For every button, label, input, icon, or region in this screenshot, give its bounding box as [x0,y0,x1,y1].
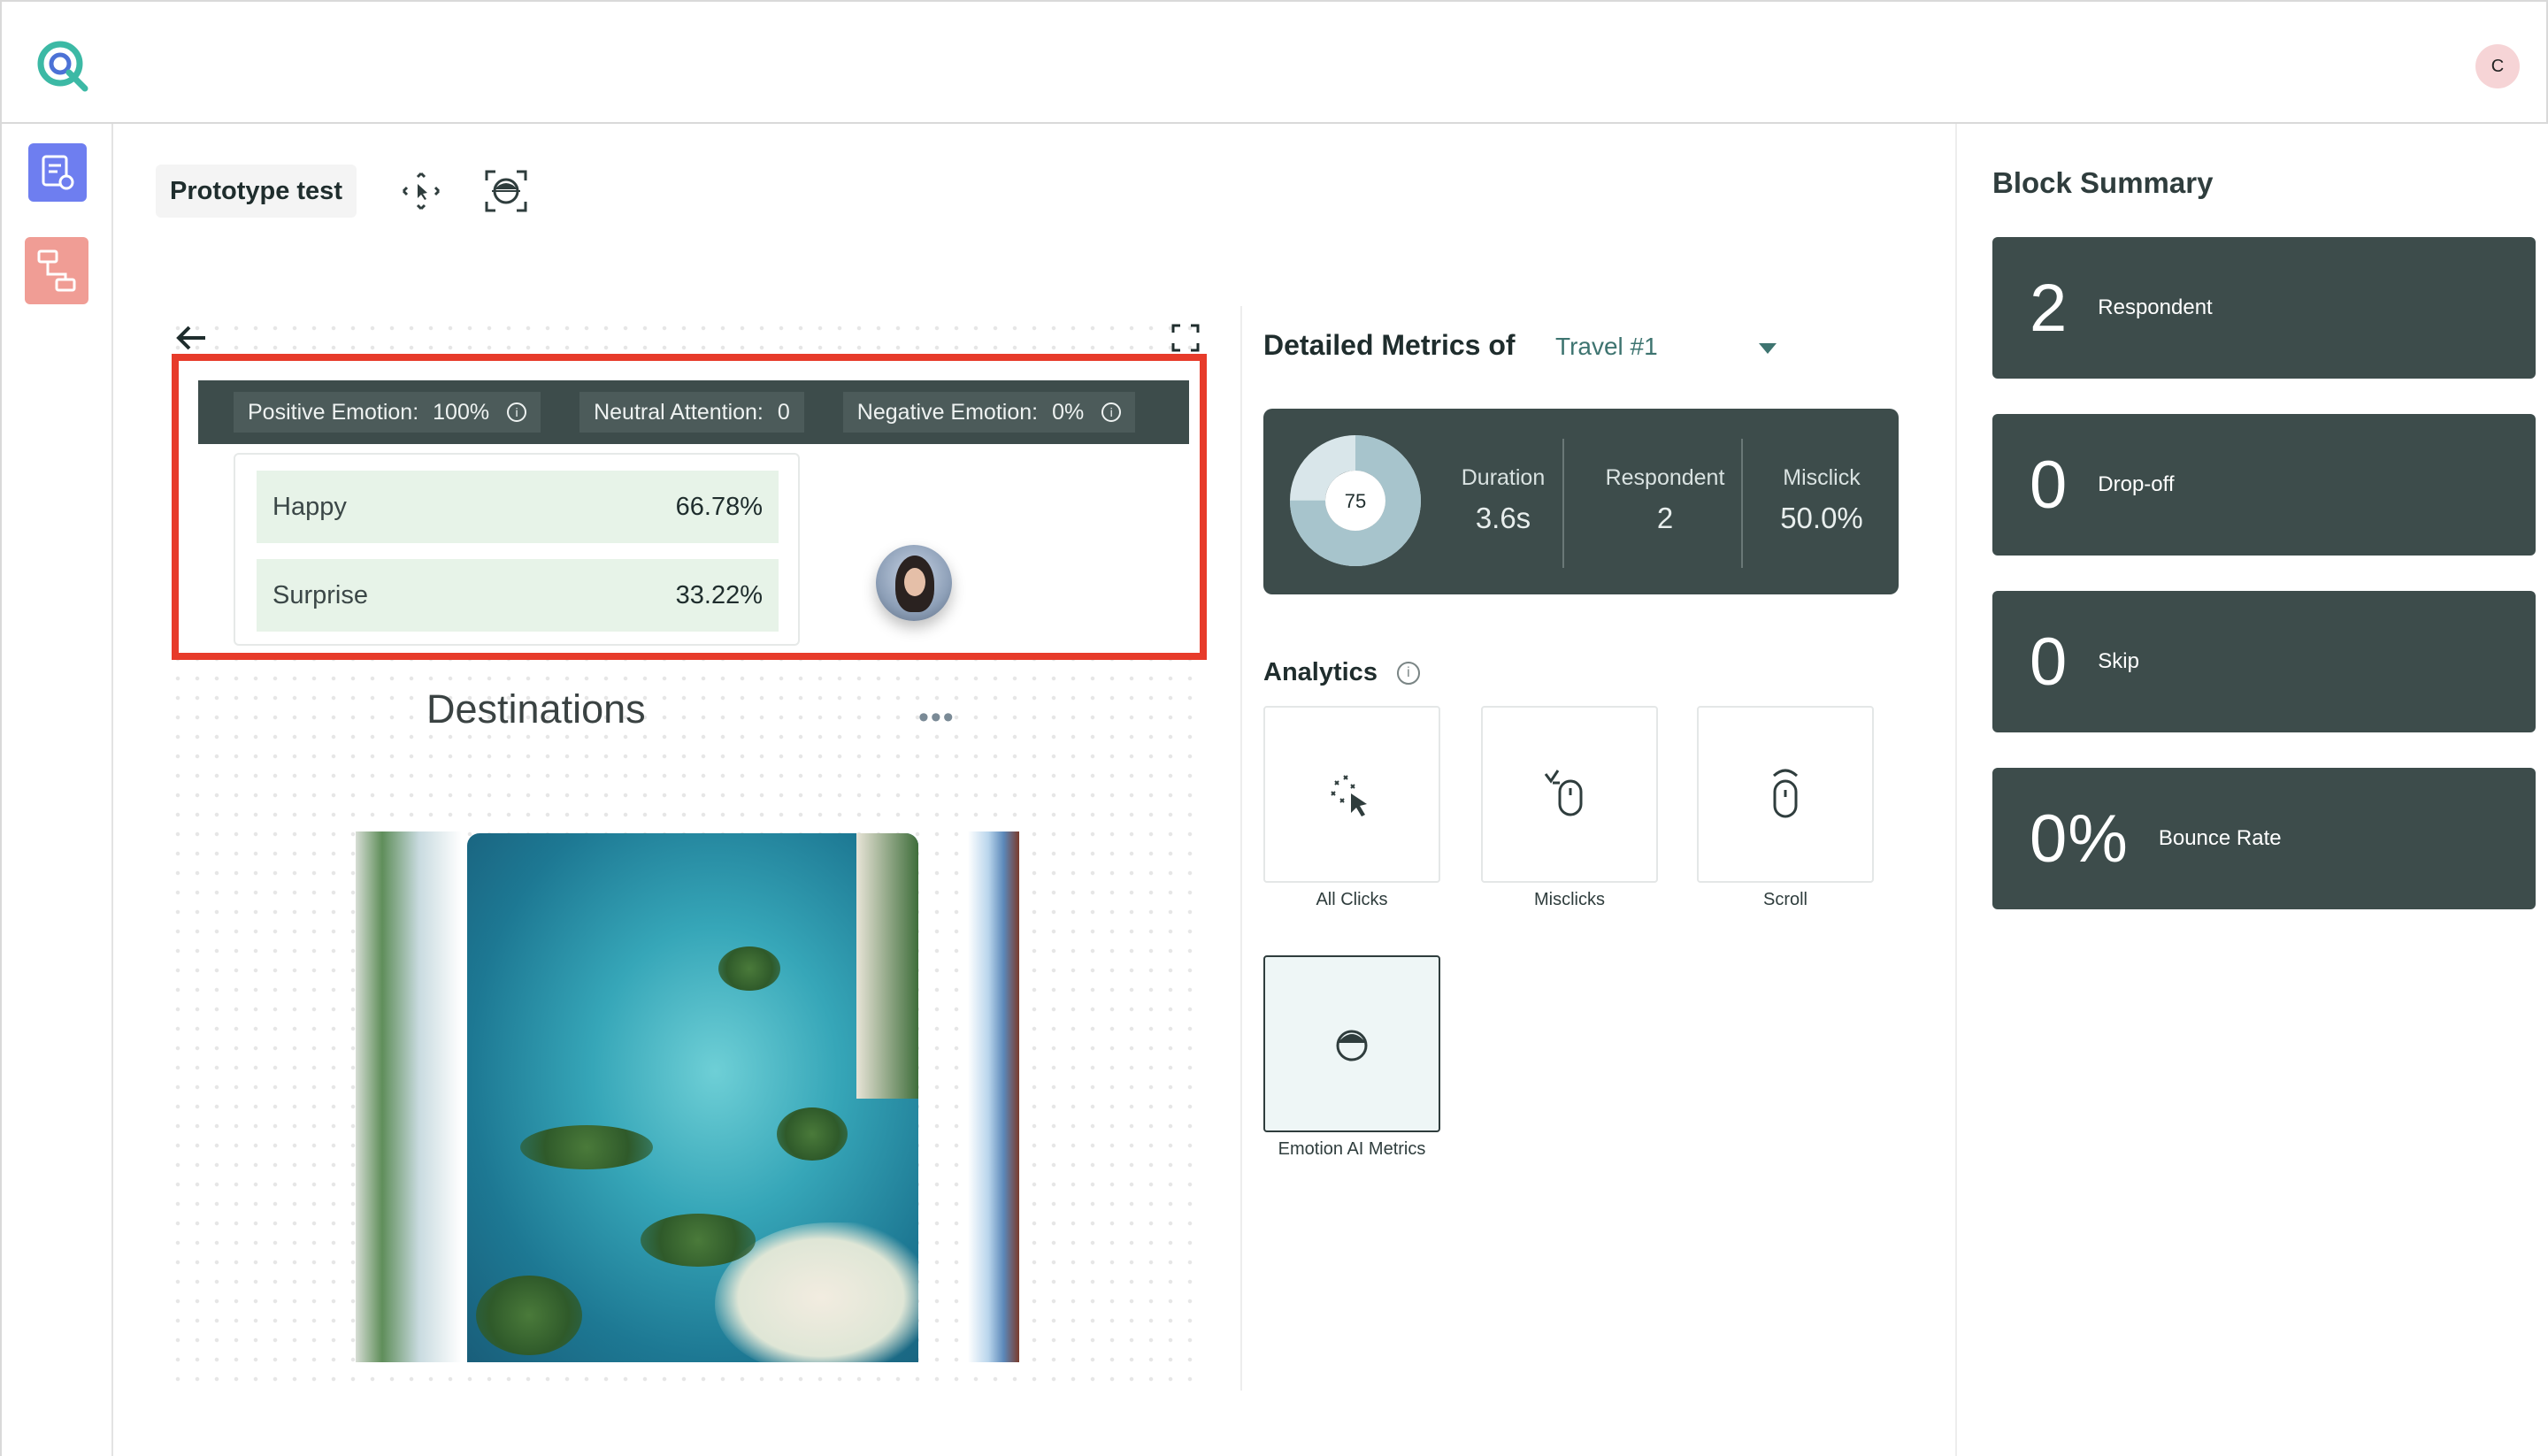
tile-label: Scroll [1762,890,1807,909]
duration-label: Duration [1461,465,1546,490]
emotion-breakdown-card: Happy 66.78% Surprise 33.22% [234,453,800,646]
detailed-metrics-title: Detailed Metrics of [1263,329,1516,361]
report-icon [42,155,74,190]
prototype-test-label: Prototype test [156,165,357,218]
summary-label: Drop-off [2098,472,2175,496]
misclick-label: Misclick [1783,465,1861,490]
score-value: 75 [1345,490,1366,512]
info-icon[interactable]: i [507,402,527,422]
duration-stat: Duration 3.6s [1437,465,1569,535]
summary-card-respondent: 2 Respondent [1992,237,2536,379]
chevron-down-icon[interactable] [1759,343,1777,354]
all-clicks-tile[interactable] [1263,706,1440,883]
summary-label: Bounce Rate [2158,826,2282,850]
flow-icon [37,249,76,292]
emotion-label: Surprise [272,580,368,609]
summary-card-skip: 0 Skip [1992,591,2536,732]
emotion-face-icon [1336,1030,1368,1061]
info-icon[interactable]: i [1101,402,1122,422]
respondent-value: 2 [1656,502,1674,534]
scroll-icon [1772,769,1799,818]
summary-label: Respondent [2098,295,2213,319]
tile-label: Emotion AI Metrics [1278,1139,1426,1159]
emotion-row: Surprise 33.22% [257,559,779,632]
stat-divider [1741,439,1743,568]
emotion-label: Happy [272,492,347,521]
column-divider [1240,306,1242,1391]
respondent-face-thumbnail[interactable] [876,545,952,621]
tile-label: All Clicks [1316,890,1388,909]
tile-label: Misclicks [1534,890,1605,909]
summary-card-dropoff: 0 Drop-off [1992,414,2536,556]
misclick-value: 50.0% [1780,502,1863,534]
negative-emotion-value: 0% [1052,399,1085,425]
stat-divider [1562,439,1564,568]
left-destination-image [356,831,462,1362]
emotion-value: 33.22% [675,580,763,609]
right-destination-image [968,831,1019,1362]
destinations-title: Destinations [426,686,646,732]
metrics-card: 75 Duration 3.6s Respondent 2 Misclick 5… [1263,409,1899,594]
summary-label: Skip [2098,649,2139,673]
positive-emotion-label: Positive Emotion: [248,399,419,425]
info-icon[interactable]: i [1396,661,1420,685]
left-rail [0,124,113,1456]
user-avatar[interactable]: C [2475,44,2520,88]
cursor-select-icon [402,172,441,211]
misclick-stat: Misclick 50.0% [1755,465,1888,535]
main-destination-image [467,833,918,1362]
click-map-tool[interactable] [396,166,446,216]
top-bar: C [0,0,2548,124]
neutral-attention-label: Neutral Attention: [594,399,764,425]
emotion-row: Happy 66.78% [257,471,779,543]
fullscreen-icon[interactable] [1170,322,1201,354]
summary-value: 0% [2030,801,2129,877]
summary-card-bounce-rate: 0% Bounce Rate [1992,768,2536,909]
back-arrow-icon[interactable] [173,320,209,356]
summary-value: 2 [2030,270,2068,346]
more-options-icon[interactable]: ••• [918,701,956,735]
analytics-label: Analytics [1263,658,1378,686]
summary-value: 0 [2030,624,2068,700]
face-scan-icon [485,170,527,212]
emotion-ai-metrics-tile[interactable] [1263,955,1440,1132]
block-select[interactable]: Travel #1 [1555,333,1658,361]
positive-emotion-pill: Positive Emotion: 100% i [234,392,541,433]
respondent-stat: Respondent 2 [1577,465,1754,535]
face-scan-tool[interactable] [481,166,531,216]
block-summary-title: Block Summary [1992,166,2214,199]
flow-nav-button[interactable] [25,237,88,304]
report-nav-button[interactable] [28,143,87,202]
neutral-attention-pill: Neutral Attention: 0 [579,392,804,433]
panel-divider [1955,124,1957,1456]
neutral-attention-value: 0 [777,399,790,425]
negative-emotion-label: Negative Emotion: [856,399,1039,425]
score-donut: 75 [1290,435,1421,566]
misclicks-tile[interactable] [1481,706,1658,883]
all-clicks-icon [1331,775,1367,816]
scroll-tile[interactable] [1697,706,1874,883]
negative-emotion-pill: Negative Emotion: 0% i [842,392,1136,433]
emotion-summary-bar: Positive Emotion: 100% i Neutral Attenti… [198,380,1189,444]
emotion-value: 66.78% [675,492,763,521]
app-logo-icon[interactable] [34,37,92,96]
misclicks-icon [1544,770,1583,816]
analytics-title: Analytics i [1263,658,1420,687]
respondent-label: Respondent [1605,465,1725,490]
positive-emotion-value: 100% [433,399,490,425]
duration-value: 3.6s [1475,502,1531,534]
summary-value: 0 [2030,447,2068,523]
